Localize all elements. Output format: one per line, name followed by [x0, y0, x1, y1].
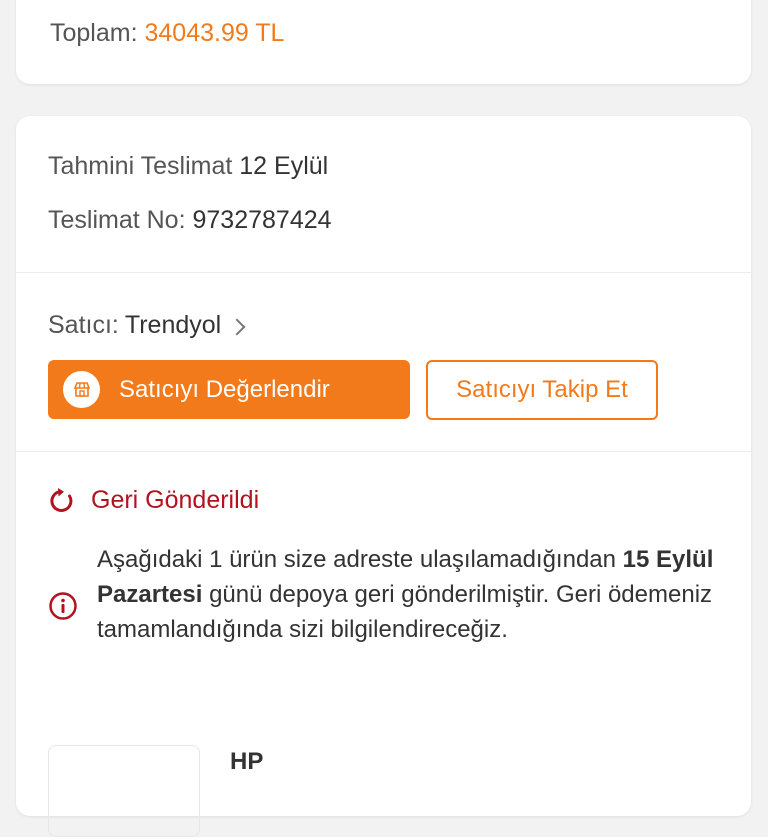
seller-link[interactable]: Satıcı: Trendyol	[48, 311, 246, 340]
return-status-label: Geri Gönderildi	[91, 486, 260, 514]
total-value: 34043.99 TL	[144, 19, 285, 47]
delivery-number-label: Teslimat No:	[48, 206, 186, 234]
chevron-right-icon	[228, 318, 246, 335]
store-icon	[63, 371, 100, 408]
return-message: Aşağıdaki 1 ürün size adreste ulaşılamad…	[97, 542, 737, 647]
delivery-number-value: 9732787424	[192, 206, 332, 234]
rate-seller-label: Satıcıyı Değerlendir	[119, 375, 330, 403]
return-status: Geri Gönderildi	[48, 486, 259, 515]
delivery-number: Teslimat No: 9732787424	[48, 206, 332, 235]
follow-seller-label: Satıcıyı Takip Et	[456, 376, 628, 403]
total-label: Toplam:	[50, 19, 138, 47]
rate-seller-button[interactable]: Satıcıyı Değerlendir	[48, 360, 410, 419]
delivery-estimate-value: 12 Eylül	[239, 152, 329, 180]
follow-seller-button[interactable]: Satıcıyı Takip Et	[426, 360, 658, 420]
delivery-estimate: Tahmini Teslimat 12 Eylül	[48, 152, 328, 181]
info-icon	[49, 592, 77, 620]
delivery-estimate-label: Tahmini Teslimat	[48, 152, 233, 180]
divider	[16, 272, 751, 273]
seller-label: Satıcı:	[48, 311, 119, 339]
shipment-card: Tahmini Teslimat 12 Eylül Teslimat No: 9…	[16, 116, 751, 837]
order-summary-card: Toplam: 34043.99 TL	[16, 0, 751, 84]
divider	[16, 451, 751, 452]
refresh-icon	[50, 487, 73, 512]
product-image[interactable]	[48, 745, 200, 837]
seller-name: Trendyol	[124, 311, 222, 339]
product-brand: HP	[230, 748, 264, 775]
order-total: Toplam: 34043.99 TL	[50, 19, 284, 48]
return-message-part1: Aşağıdaki 1 ürün size adreste ulaşılamad…	[97, 546, 616, 573]
